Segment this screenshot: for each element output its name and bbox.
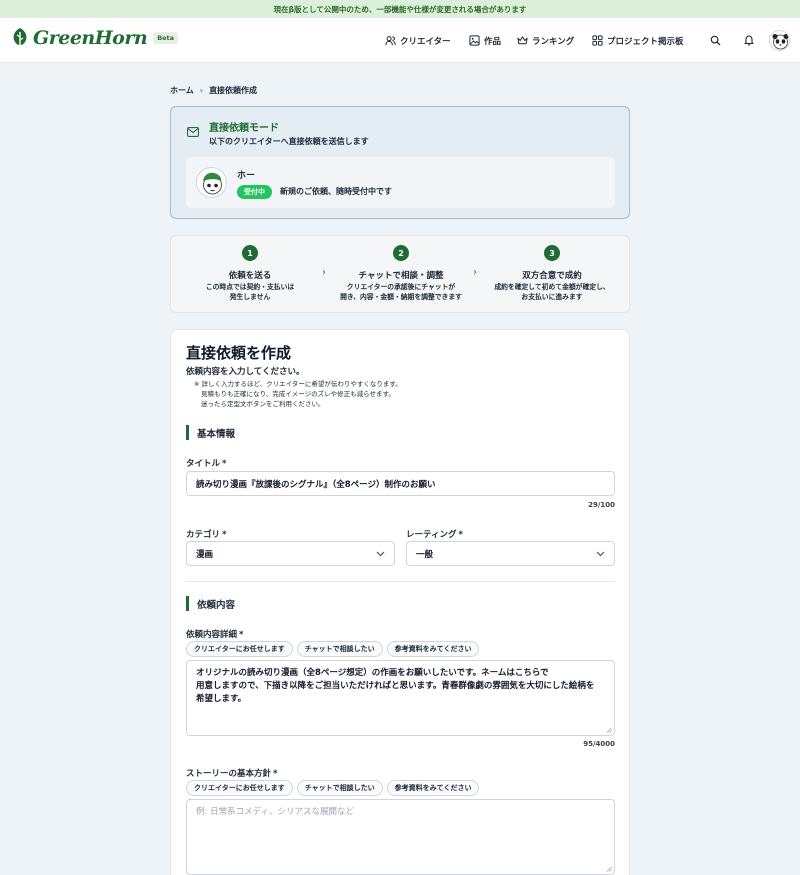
users-icon xyxy=(385,36,396,46)
title-input[interactable]: 読み切り漫画『放課後のシグナル』（全8ページ）制作のお願い xyxy=(186,471,615,496)
status-badge: 受付中 xyxy=(237,185,272,199)
site-header: GreenHorn Beta クリエイター 作品 ランキング プロジェクト掲示板 xyxy=(0,18,800,63)
rating-label: レーティング * xyxy=(406,530,463,540)
nav-works[interactable]: 作品 xyxy=(469,18,501,63)
logo-wordmark: GreenHorn xyxy=(33,27,148,49)
detail-char-counter: 95/4000 xyxy=(583,740,615,748)
story-label: ストーリーの基本方針 * xyxy=(186,769,278,779)
chip-leave-to-creator[interactable]: クリエイターにお任せします xyxy=(186,780,293,796)
step-number: 2 xyxy=(393,245,409,261)
chevron-down-icon xyxy=(596,551,605,556)
breadcrumb: ホーム › 直接依頼作成 xyxy=(170,85,257,96)
resize-handle-icon[interactable] xyxy=(606,727,612,733)
rating-select[interactable]: 一般 xyxy=(406,541,615,566)
creator-name[interactable]: ホー xyxy=(237,168,255,181)
mode-title: 直接依頼モード xyxy=(209,123,279,134)
nav-project-board[interactable]: プロジェクト掲示板 xyxy=(592,18,684,63)
nav-project-board-label: プロジェクト掲示板 xyxy=(607,36,684,47)
site-logo[interactable]: GreenHorn Beta xyxy=(10,27,179,49)
title-char-counter: 29/100 xyxy=(588,501,615,509)
step-description: この時点では契約・支払いは 発生しません xyxy=(205,283,295,301)
beta-notice-text: 現在β版として公開中のため、一部機能や仕様が変更される場合があります xyxy=(273,4,527,14)
step-number: 3 xyxy=(544,245,560,261)
category-select[interactable]: 漫画 xyxy=(186,541,395,566)
step-description: クリエイターの承認後にチャットが 開き、内容・金額・納期を調整できます xyxy=(340,283,462,301)
step-3: 3 双方合意で成約 成約を確定して初めて金額が確定し、 お支払いに進みます xyxy=(477,245,627,303)
mode-subtitle: 以下のクリエイターへ直接依頼を送信します xyxy=(209,137,369,146)
request-flow-steps: 1 依頼を送る この時点では契約・支払いは 発生しません › 2 チャットで相談・… xyxy=(170,235,630,313)
step-description: 成約を確定して初めて金額が確定し、 お支払いに進みます xyxy=(494,283,610,301)
step-title: 依頼を送る xyxy=(228,271,272,281)
form-subtitle: 依頼内容を入力してください。 xyxy=(186,367,305,377)
nav-creators-label: クリエイター xyxy=(400,36,451,47)
nav-ranking-label: ランキング xyxy=(532,36,575,47)
section-divider xyxy=(186,581,615,582)
chip-leave-to-creator[interactable]: クリエイターにお任せします xyxy=(186,641,293,657)
nav-works-label: 作品 xyxy=(484,36,502,47)
beta-badge: Beta xyxy=(153,32,179,44)
detail-label: 依頼内容詳細 * xyxy=(186,630,244,640)
chevron-down-icon xyxy=(376,551,385,556)
section-basic-info: 基本情報 xyxy=(186,425,235,440)
title-label: タイトル * xyxy=(186,459,227,469)
creator-avatar[interactable] xyxy=(196,167,227,198)
bell-icon xyxy=(744,35,754,46)
status-text: 新規のご依頼、随時受付中です xyxy=(280,187,392,196)
step-2: 2 チャットで相談・調整 クリエイターの承認後にチャットが 開き、内容・金額・納期… xyxy=(326,245,476,303)
nav-creators[interactable]: クリエイター xyxy=(385,18,451,63)
story-template-chips: クリエイターにお任せします チャットで相談したい 参考資料をみてください xyxy=(186,780,480,796)
detail-textarea[interactable]: オリジナルの読み切り漫画（全8ページ想定）の作画をお願いしたいです。ネームはこち… xyxy=(186,660,615,736)
chip-consult-in-chat[interactable]: チャットで相談したい xyxy=(296,641,383,657)
step-title: チャットで相談・調整 xyxy=(358,271,444,281)
search-button[interactable] xyxy=(707,32,723,48)
story-textarea[interactable]: 例: 日常系コメディ、シリアスな展開など xyxy=(186,799,615,875)
search-icon xyxy=(710,35,721,46)
panda-avatar-icon xyxy=(772,34,789,50)
direct-request-mode-card: 直接依頼モード 以下のクリエイターへ直接依頼を送信します ホー 受付中 新規のご… xyxy=(170,106,630,219)
section-request-content: 依頼内容 xyxy=(186,596,235,611)
grid-icon xyxy=(592,35,603,46)
beta-notice-banner: 現在β版として公開中のため、一部機能や仕様が変更される場合があります xyxy=(0,0,800,18)
breadcrumb-current: 直接依頼作成 xyxy=(209,86,258,95)
request-form: 直接依頼を作成 依頼内容を入力してください。 ※ 詳しく入力するほど、クリエイタ… xyxy=(170,329,630,875)
resize-handle-icon[interactable] xyxy=(606,866,612,872)
chip-consult-in-chat[interactable]: チャットで相談したい xyxy=(296,780,383,796)
creator-summary: ホー 受付中 新規のご依頼、随時受付中です xyxy=(186,157,615,208)
crown-icon xyxy=(517,36,528,45)
creator-character-icon xyxy=(203,172,222,195)
form-title: 直接依頼を作成 xyxy=(186,344,292,362)
mail-icon xyxy=(187,127,199,140)
chip-see-references[interactable]: 参考資料をみてください xyxy=(386,641,480,657)
step-title: 双方合意で成約 xyxy=(522,271,582,281)
form-note: ※ 詳しく入力するほど、クリエイターに希望が伝わりやすくなります。 見積もりも正… xyxy=(194,380,402,408)
leaf-logo-icon xyxy=(10,27,30,49)
detail-template-chips: クリエイターにお任せします チャットで相談したい 参考資料をみてください xyxy=(186,641,480,657)
image-icon xyxy=(469,35,480,46)
category-label: カテゴリ * xyxy=(186,530,227,540)
chip-see-references[interactable]: 参考資料をみてください xyxy=(386,780,480,796)
step-number: 1 xyxy=(242,245,258,261)
nav-ranking[interactable]: ランキング xyxy=(517,18,574,63)
notifications-button[interactable] xyxy=(741,32,757,48)
breadcrumb-home[interactable]: ホーム xyxy=(170,85,194,96)
user-avatar[interactable] xyxy=(769,30,790,51)
step-1: 1 依頼を送る この時点では契約・支払いは 発生しません xyxy=(175,245,325,303)
chevron-right-icon: › xyxy=(199,86,204,95)
